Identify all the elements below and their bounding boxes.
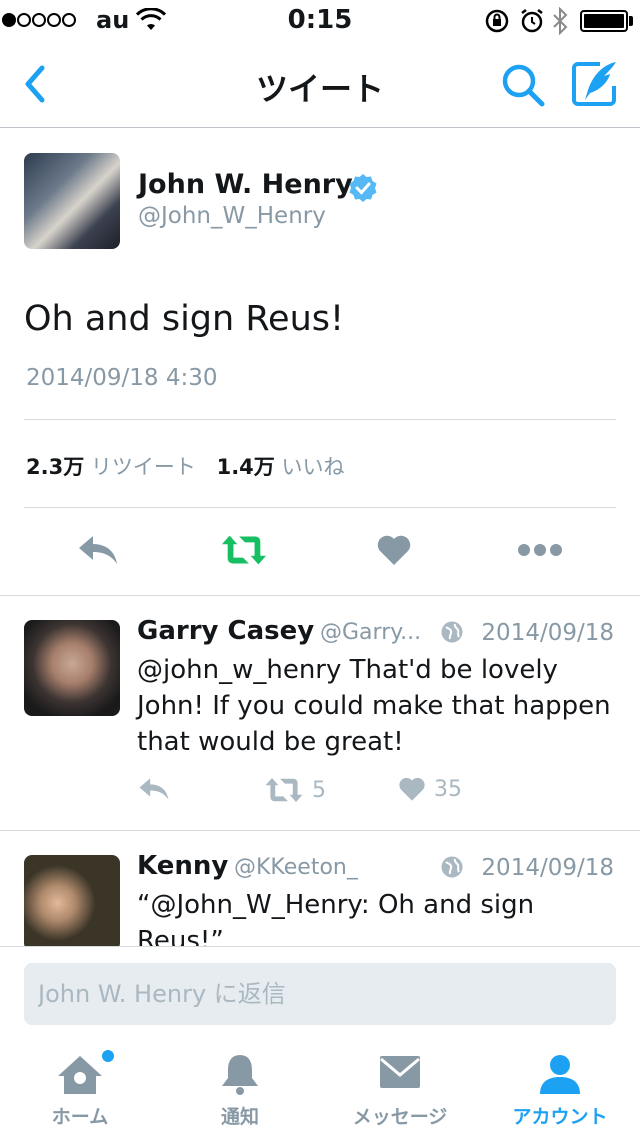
search-icon — [502, 64, 545, 107]
reply-input[interactable] — [24, 963, 616, 1025]
tab-account[interactable]: アカウント — [480, 1038, 640, 1136]
like-count-label[interactable]: いいね — [281, 455, 344, 479]
reply-icon — [79, 536, 117, 564]
search-button[interactable] — [500, 62, 546, 108]
reply-like-count: 35 — [434, 776, 462, 802]
more-options-button[interactable] — [516, 527, 564, 573]
divider — [0, 595, 640, 596]
reply-timestamp: 2014/09/18 — [481, 620, 614, 646]
navigation-bar: ツイート — [0, 40, 640, 128]
globe-icon — [440, 620, 464, 648]
rotation-lock-icon — [484, 8, 510, 38]
battery-icon — [580, 10, 628, 32]
like-count[interactable]: 1.4万 — [217, 455, 275, 479]
home-icon — [58, 1056, 102, 1094]
reply-like-button[interactable]: 35 — [398, 776, 462, 802]
divider — [24, 419, 616, 420]
tab-notifications[interactable]: 通知 — [160, 1038, 320, 1136]
retweet-icon — [265, 778, 303, 802]
reply-actions: 5 35 — [0, 776, 640, 812]
reply-reply-button[interactable] — [138, 776, 170, 802]
bluetooth-icon — [552, 6, 568, 39]
reply-avatar[interactable] — [24, 855, 120, 946]
status-time: 0:15 — [287, 5, 353, 35]
reply-author-handle[interactable]: @Garry... — [320, 620, 421, 645]
tab-label: ホーム — [51, 1106, 109, 1128]
alarm-icon — [520, 8, 544, 38]
more-dots-icon — [518, 544, 562, 556]
heart-icon — [399, 777, 425, 801]
tab-label: 通知 — [220, 1106, 259, 1128]
reply-timestamp: 2014/09/18 — [481, 855, 614, 881]
author-avatar[interactable] — [24, 153, 120, 249]
person-icon — [540, 1055, 580, 1094]
reply-text: @john_w_henry That'd be lovely John! If … — [137, 655, 611, 757]
compose-tweet-button[interactable] — [570, 60, 620, 108]
retweet-count-label[interactable]: リツイート — [91, 455, 196, 479]
retweet-icon — [221, 535, 267, 565]
reply-compose-bar — [0, 946, 640, 1038]
like-button[interactable] — [370, 527, 418, 573]
author-handle[interactable]: @John_W_Henry — [138, 203, 326, 229]
tab-messages[interactable]: メッセージ — [320, 1038, 480, 1136]
tab-label: メッセージ — [352, 1106, 448, 1128]
retweet-count[interactable]: 2.3万 — [26, 455, 84, 479]
globe-icon — [440, 855, 464, 883]
reply-tweet[interactable]: Kenny @KKeeton_ 2014/09/18 “@John_W_Henr… — [0, 831, 640, 946]
status-bar: au 0:15 — [0, 0, 640, 40]
reply-author-name[interactable]: Kenny — [137, 851, 228, 881]
verified-badge-icon — [348, 173, 378, 207]
tweet-text: Oh and sign Reus! — [24, 299, 345, 339]
envelope-icon — [380, 1056, 420, 1088]
reply-author-name[interactable]: Garry Casey — [137, 616, 314, 646]
tab-label: アカウント — [512, 1106, 608, 1128]
tweet-actions — [0, 527, 640, 573]
reply-author-handle[interactable]: @KKeeton_ — [234, 855, 358, 880]
tab-bar: ホーム 通知 メッセージ アカウント — [0, 1038, 640, 1136]
retweet-button[interactable] — [220, 527, 268, 573]
reply-button[interactable] — [74, 527, 122, 573]
compose-quill-icon — [572, 62, 616, 106]
tweet-stats: 2.3万 リツイート 1.4万 いいね — [26, 451, 358, 481]
tweet-timestamp: 2014/09/18 4:30 — [26, 365, 218, 391]
reply-retweet-count: 5 — [312, 777, 326, 803]
author-name[interactable]: John W. Henry — [138, 169, 353, 200]
reply-icon — [139, 778, 169, 800]
tab-home[interactable]: ホーム — [0, 1038, 160, 1136]
reply-avatar[interactable] — [24, 620, 120, 716]
reply-retweet-button[interactable]: 5 — [264, 776, 326, 804]
bell-icon — [222, 1055, 258, 1095]
chevron-left-icon — [25, 65, 45, 103]
divider — [24, 507, 616, 508]
heart-icon — [377, 535, 411, 565]
reply-text: “@John_W_Henry: Oh and sign Reus!” — [137, 890, 535, 946]
back-button[interactable] — [16, 62, 56, 106]
notification-dot-icon — [102, 1050, 114, 1062]
